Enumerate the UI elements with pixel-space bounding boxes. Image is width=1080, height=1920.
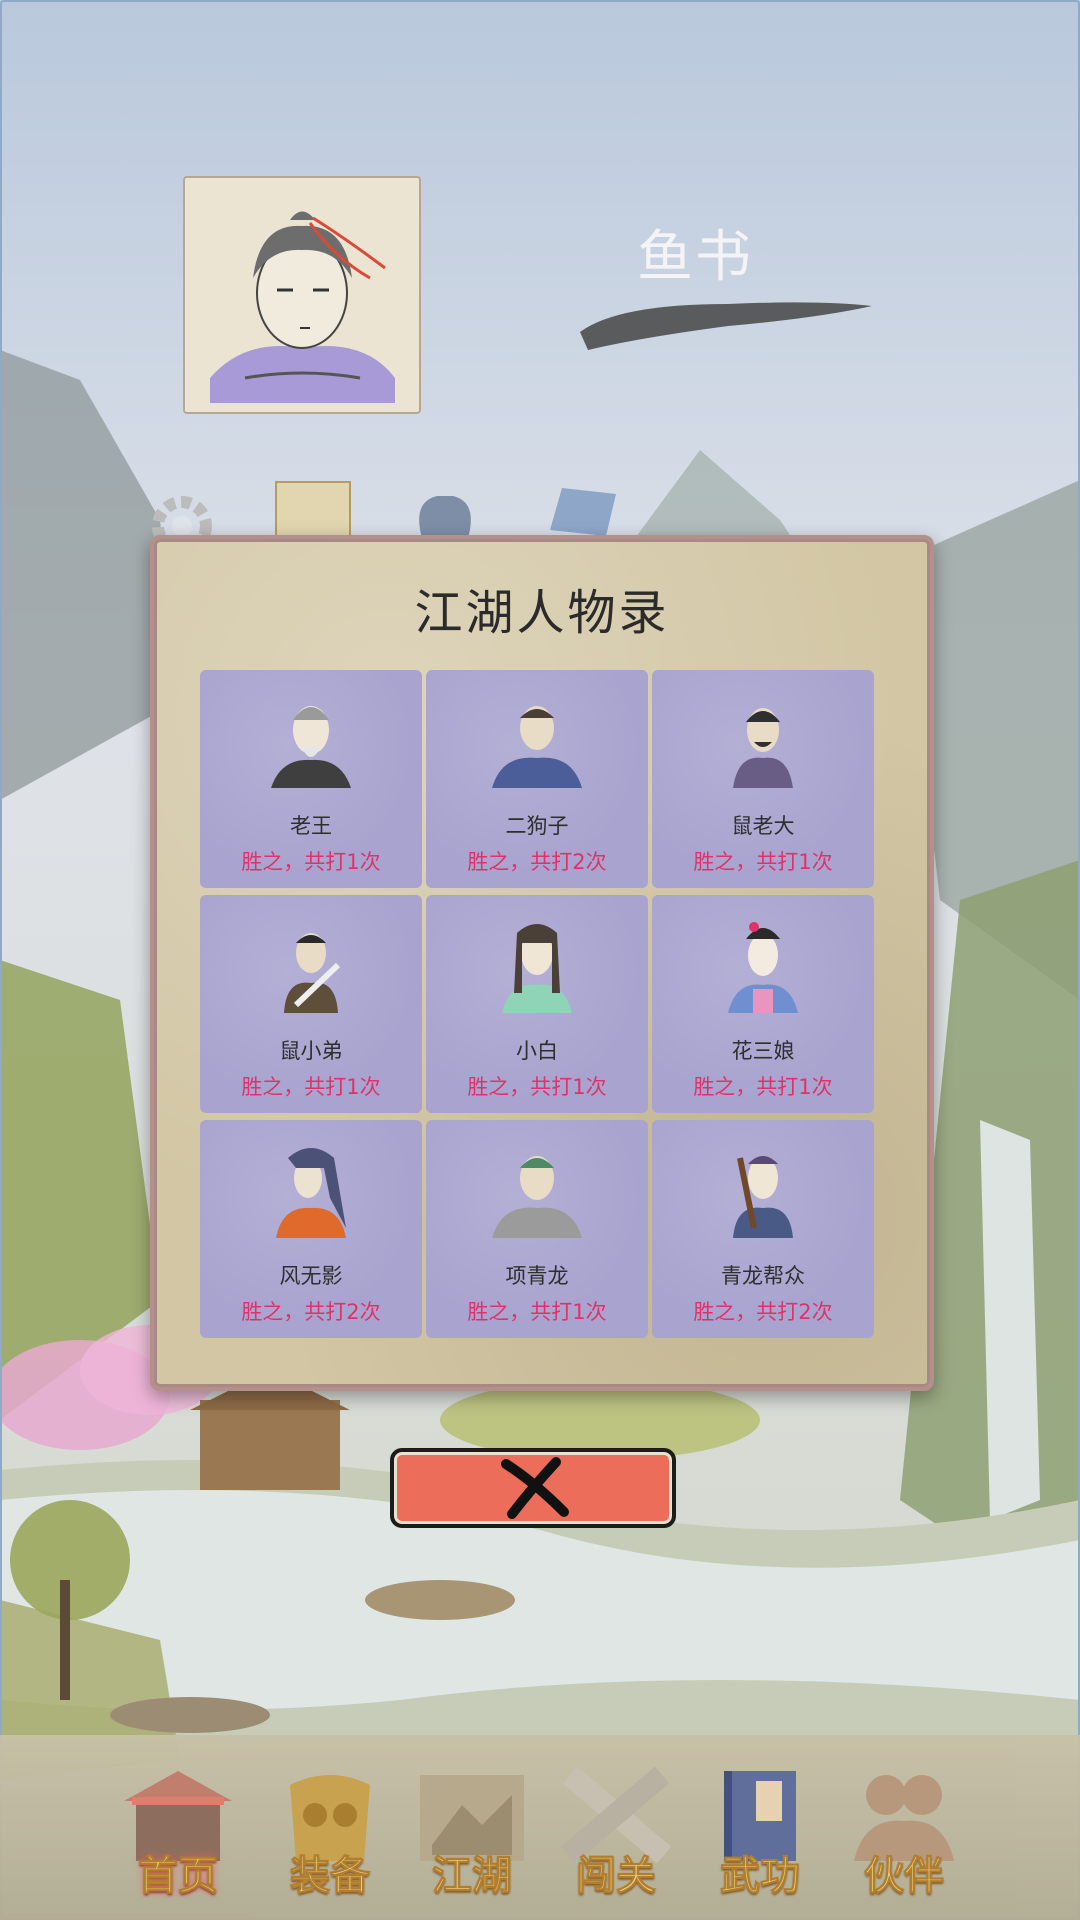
character-portrait (492, 1156, 582, 1238)
character-card[interactable]: 小白 胜之，共打1次 (426, 895, 648, 1113)
close-button[interactable] (390, 1448, 676, 1528)
nav-item-jianghu[interactable]: 江湖 (412, 1765, 532, 1905)
nav-item-martial-arts[interactable]: 武功 (700, 1765, 820, 1905)
battle-record: 胜之，共打2次 (693, 1300, 833, 1324)
battle-record: 胜之，共打1次 (693, 850, 833, 874)
battle-record: 胜之，共打1次 (241, 850, 381, 874)
pouch-icon[interactable] (402, 482, 488, 538)
character-card[interactable]: 青龙帮众 胜之，共打2次 (652, 1120, 874, 1338)
battle-record: 胜之，共打2次 (467, 850, 607, 874)
character-name: 青龙帮众 (721, 1264, 805, 1288)
battle-record: 胜之，共打1次 (467, 1300, 607, 1324)
character-portrait (728, 922, 798, 1013)
nav-item-challenge[interactable]: 闯关 (556, 1765, 676, 1905)
character-grid: 老王 胜之，共打1次 二狗子 胜之，共打2次 鼠老大 胜之，共打1次 鼠小弟 胜… (200, 670, 886, 1342)
nav-item-home[interactable]: 首页 (118, 1765, 238, 1905)
modal-title: 江湖人物录 (414, 585, 670, 641)
character-card[interactable]: 花三娘 胜之，共打1次 (652, 895, 874, 1113)
character-portrait (271, 706, 351, 788)
character-card[interactable]: 项青龙 胜之，共打1次 (426, 1120, 648, 1338)
character-name: 鼠小弟 (279, 1039, 343, 1063)
character-name: 鼠老大 (731, 814, 795, 838)
ink-brush-stroke (580, 302, 872, 350)
bottom-nav: 首页 装备 江湖 闯关 武功 伙伴 (0, 1735, 1080, 1920)
nav-label: 首页 (138, 1852, 219, 1900)
character-portrait (733, 1156, 793, 1238)
nav-item-partners[interactable]: 伙伴 (844, 1765, 964, 1905)
nav-item-equipment[interactable]: 装备 (270, 1765, 390, 1905)
battle-record: 胜之，共打2次 (241, 1300, 381, 1324)
nav-label: 闯关 (576, 1852, 657, 1900)
character-card[interactable]: 风无影 胜之，共打2次 (200, 1120, 422, 1338)
character-card[interactable]: 鼠小弟 胜之，共打1次 (200, 895, 422, 1113)
character-name: 项青龙 (505, 1264, 569, 1288)
character-portrait (284, 933, 341, 1013)
nav-label: 装备 (290, 1852, 371, 1900)
character-name: 花三娘 (731, 1039, 795, 1063)
character-card[interactable]: 鼠老大 胜之，共打1次 (652, 670, 874, 888)
player-portrait (210, 211, 395, 403)
character-name: 二狗子 (505, 814, 569, 838)
nav-label: 伙伴 (864, 1852, 945, 1900)
character-portrait (276, 1148, 346, 1238)
player-name: 鱼书 (637, 225, 753, 290)
character-name: 老王 (290, 814, 332, 838)
card-icon[interactable] (548, 486, 618, 536)
battle-record: 胜之，共打1次 (693, 1075, 833, 1099)
battle-record: 胜之，共打1次 (241, 1075, 381, 1099)
battle-record: 胜之，共打1次 (467, 1075, 607, 1099)
scroll-icon[interactable] (272, 478, 354, 538)
player-avatar[interactable] (183, 176, 421, 414)
character-portrait (492, 706, 582, 788)
character-portrait (502, 924, 572, 1013)
character-card[interactable]: 老王 胜之，共打1次 (200, 670, 422, 888)
character-name: 风无影 (279, 1264, 343, 1288)
close-icon (501, 1457, 569, 1519)
character-portrait (733, 708, 793, 788)
character-name: 小白 (516, 1039, 558, 1063)
character-card[interactable]: 二狗子 胜之，共打2次 (426, 670, 648, 888)
nav-label: 江湖 (432, 1852, 513, 1900)
nav-label: 武功 (720, 1852, 801, 1900)
character-roster-modal: 江湖人物录 老王 胜之，共打1次 二狗子 胜之，共打2次 鼠老大 胜之，共打1次… (150, 535, 934, 1391)
